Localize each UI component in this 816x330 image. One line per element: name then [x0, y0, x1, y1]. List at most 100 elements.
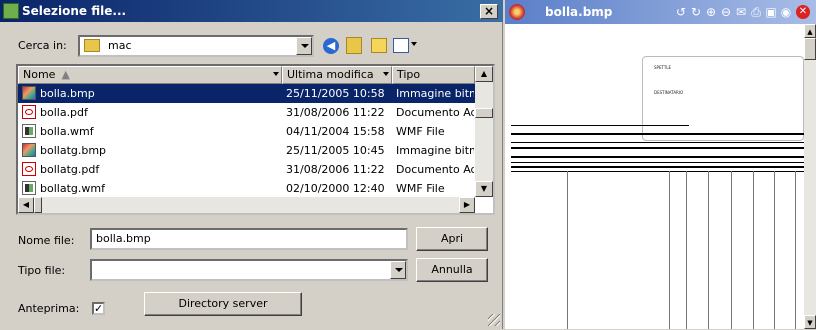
column-header-modified[interactable]: Ultima modifica	[282, 66, 392, 84]
column-header-name[interactable]: Nome ▲	[18, 66, 282, 84]
file-type-cell: Immagine bitmap	[396, 87, 474, 100]
rotate-right-icon[interactable]: ↻	[689, 5, 703, 19]
doc-rule	[511, 147, 804, 149]
directory-server-button[interactable]: Directory server	[144, 292, 302, 316]
viewer-close-icon[interactable]: ✕	[796, 5, 810, 19]
file-rows: bolla.bmp 25/11/2005 10:58 Immagine bitmap…	[18, 84, 475, 196]
file-name-cell: bolla.pdf	[40, 106, 88, 119]
viewer-vscrollbar[interactable]: ▲ ▼	[804, 24, 816, 329]
scroll-up-button[interactable]: ▲	[475, 66, 493, 82]
document-preview: SPETTLE DESTINATARIO	[511, 28, 804, 329]
lookin-label: Cerca in:	[18, 39, 67, 52]
wmf-file-icon	[22, 181, 36, 195]
viewer-title: bolla.bmp	[545, 5, 613, 19]
file-name-cell: bolla.bmp	[40, 87, 95, 100]
doc-column-line	[774, 171, 775, 329]
file-name-cell: bollatg.bmp	[40, 144, 107, 157]
file-modified-cell: 25/11/2005 10:58	[286, 87, 385, 100]
doc-column-line	[753, 171, 754, 329]
zoom-in-icon[interactable]: ⊕	[704, 5, 718, 19]
file-name-cell: bollatg.pdf	[40, 163, 100, 176]
bmp-file-icon	[22, 143, 36, 157]
doc-rule	[511, 171, 804, 172]
file-list-vscrollbar[interactable]: ▲ ▼	[475, 66, 493, 197]
filetype-label: Tipo file:	[18, 264, 66, 277]
bmp-file-icon	[22, 86, 36, 100]
doc-column-line	[731, 171, 732, 329]
scroll-thumb[interactable]	[475, 108, 493, 118]
doc-column-line	[795, 171, 796, 329]
file-list-hscrollbar[interactable]: ◀ ▶	[18, 197, 475, 213]
file-modified-cell: 31/08/2006 11:22	[286, 106, 385, 119]
rotate-left-icon[interactable]: ↺	[674, 5, 688, 19]
mail-icon[interactable]: ✉	[734, 5, 748, 19]
chevron-down-icon	[273, 72, 279, 76]
filename-input[interactable]: bolla.bmp	[90, 228, 408, 250]
save-icon[interactable]: ▣	[764, 5, 778, 19]
table-row[interactable]: bolla.wmf 04/11/2004 15:58 WMF File	[18, 122, 475, 141]
folder-icon	[84, 39, 100, 52]
doc-column-line	[669, 171, 670, 329]
file-modified-cell: 04/11/2004 15:58	[286, 125, 385, 138]
dialog-title: Selezione file...	[22, 4, 127, 18]
scroll-left-button[interactable]: ◀	[18, 197, 34, 213]
view-menu-icon[interactable]	[393, 38, 409, 53]
doc-rule	[511, 133, 804, 135]
app-icon	[3, 3, 19, 19]
file-dialog: Selezione file... × Cerca in: mac ◀ Nome…	[0, 0, 503, 329]
cancel-button[interactable]: Annulla	[416, 258, 488, 282]
hscroll-thumb[interactable]	[34, 197, 42, 213]
resize-grip[interactable]	[488, 314, 500, 326]
open-button[interactable]: Apri	[416, 227, 488, 251]
wmf-file-icon	[22, 124, 36, 138]
pdf-file-icon	[22, 105, 36, 119]
sender-label: SPETTLE	[654, 65, 672, 70]
chevron-down-icon	[383, 72, 389, 76]
doc-rule	[511, 142, 804, 143]
file-modified-cell: 25/11/2005 10:45	[286, 144, 385, 157]
options-icon[interactable]: ◉	[779, 5, 793, 19]
pdf-file-icon	[22, 162, 36, 176]
new-folder-icon[interactable]	[371, 38, 387, 53]
file-name-cell: bollatg.wmf	[40, 182, 105, 195]
back-icon[interactable]: ◀	[323, 38, 339, 54]
table-row[interactable]: bollatg.wmf 02/10/2000 12:40 WMF File	[18, 179, 475, 198]
file-type-cell: Documento Adobe	[396, 106, 474, 119]
file-type-cell: WMF File	[396, 125, 445, 138]
doc-column-line	[567, 171, 568, 329]
filetype-dropdown-button[interactable]	[390, 261, 406, 279]
file-list[interactable]: Nome ▲ Ultima modifica Tipo bolla.bmp 25/1…	[16, 64, 495, 215]
viewer-toolbar: bolla.bmp ↺ ↻ ⊕ ⊖ ✉ ⎙ ▣ ◉ ✕	[505, 0, 816, 24]
scroll-right-button[interactable]: ▶	[459, 197, 475, 213]
scroll-down-button[interactable]: ▼	[804, 315, 816, 329]
file-type-cell: Immagine bitmap	[396, 144, 474, 157]
table-row[interactable]: bollatg.bmp 25/11/2005 10:45 Immagine bitm…	[18, 141, 475, 160]
dialog-titlebar[interactable]: Selezione file... ×	[0, 0, 503, 22]
lookin-value: mac	[108, 39, 132, 52]
lookin-combo[interactable]: mac	[78, 35, 314, 57]
file-type-cell: Documento Adobe	[396, 163, 474, 176]
viewer-scroll-thumb[interactable]	[804, 38, 816, 60]
file-modified-cell: 31/08/2006 11:22	[286, 163, 385, 176]
scroll-up-button[interactable]: ▲	[804, 24, 816, 38]
scroll-down-button[interactable]: ▼	[475, 181, 493, 197]
sort-ascending-icon: ▲	[61, 68, 70, 81]
table-row[interactable]: bolla.pdf 31/08/2006 11:22 Documento Adobe	[18, 103, 475, 122]
preview-viewer: bolla.bmp ↺ ↻ ⊕ ⊖ ✉ ⎙ ▣ ◉ ✕ SPETTLE DEST…	[505, 0, 816, 329]
table-row[interactable]: bolla.bmp 25/11/2005 10:58 Immagine bitmap	[18, 84, 475, 103]
up-folder-icon[interactable]	[346, 37, 362, 54]
table-row[interactable]: bollatg.pdf 31/08/2006 11:22 Documento Ado…	[18, 160, 475, 179]
doc-rule	[511, 166, 804, 168]
print-icon[interactable]: ⎙	[749, 5, 763, 19]
filetype-select[interactable]	[90, 259, 408, 281]
doc-rule	[511, 156, 804, 158]
preview-checkbox[interactable]: ✓	[92, 302, 105, 315]
close-button[interactable]: ×	[480, 4, 498, 19]
file-modified-cell: 02/10/2000 12:40	[286, 182, 385, 195]
column-header-type[interactable]: Tipo	[392, 66, 475, 84]
zoom-out-icon[interactable]: ⊖	[719, 5, 733, 19]
doc-column-line	[708, 171, 709, 329]
view-dropdown-icon[interactable]	[411, 42, 417, 46]
file-name-cell: bolla.wmf	[40, 125, 94, 138]
lookin-dropdown-button[interactable]	[296, 37, 312, 55]
